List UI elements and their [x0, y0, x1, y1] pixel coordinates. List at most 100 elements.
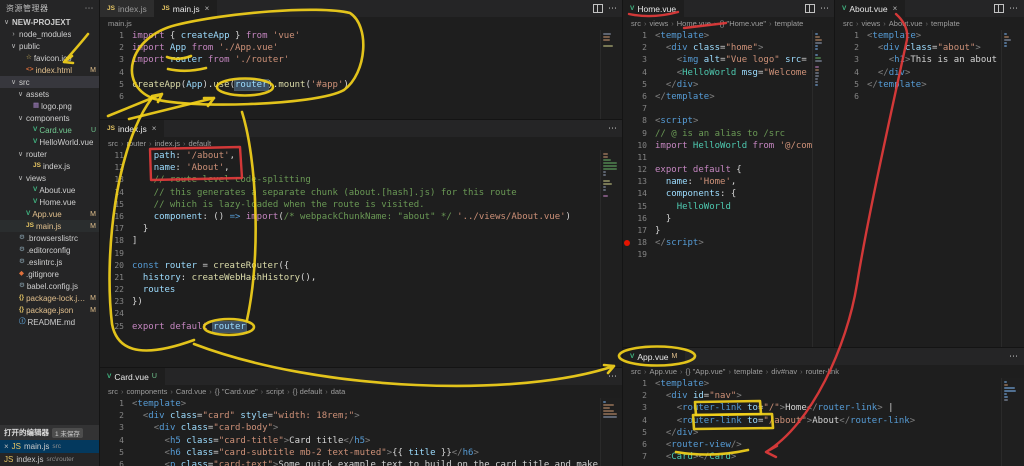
breadcrumb-segment[interactable]: router [127, 139, 147, 148]
breadcrumb-segment[interactable]: views [862, 19, 881, 28]
tree-item-new-projext[interactable]: ∨ NEW-PROJEXT [0, 16, 100, 28]
tree-item-favicon.ico[interactable]: ☆ favicon.ico [0, 52, 100, 64]
tab-Home.vue[interactable]: V Home.vue [623, 0, 685, 17]
code-text: </div> [877, 67, 911, 78]
breadcrumb-segment[interactable]: {} "App.vue" [686, 367, 726, 376]
tab-About.vue[interactable]: V About.vue × [835, 0, 906, 17]
more-actions-icon[interactable]: ⋯ [820, 3, 829, 14]
breadcrumb-segment[interactable]: Home.vue [677, 19, 711, 28]
tree-item-about.vue[interactable]: V About.vue [0, 184, 100, 196]
breadcrumb-segment[interactable]: template [734, 367, 763, 376]
minimap[interactable] [812, 30, 835, 348]
code-editor[interactable]: 1 import { createApp } from 'vue' 2 import … [100, 30, 605, 120]
breadcrumb-segment[interactable]: components [127, 387, 168, 396]
breadcrumb-segment[interactable]: template [775, 19, 804, 28]
tree-item-helloworld.vue[interactable]: V HelloWorld.vue [0, 136, 100, 148]
split-editor-icon[interactable] [994, 4, 1004, 13]
tree-item-logo.png[interactable]: ▦ logo.png [0, 100, 100, 112]
tree-item-babel.config.js[interactable]: ⚙ babel.config.js [0, 280, 100, 292]
tab-Card.vue[interactable]: V Card.vue U [100, 368, 165, 385]
more-actions-icon[interactable]: ⋯ [85, 3, 95, 14]
tree-item-home.vue[interactable]: V Home.vue [0, 196, 100, 208]
minimap[interactable] [600, 398, 623, 466]
tree-item-main.js[interactable]: JS main.js M [0, 220, 100, 232]
breadcrumb-segment[interactable]: src [108, 139, 118, 148]
tree-item-package.json[interactable]: {} package.json M [0, 304, 100, 316]
tree-item-package-lock.json[interactable]: {} package-lock.json M [0, 292, 100, 304]
tree-item-card.vue[interactable]: V Card.vue U [0, 124, 100, 136]
more-actions-icon[interactable]: ⋯ [608, 371, 617, 382]
breadcrumb-segment[interactable]: src [843, 19, 853, 28]
tree-item-router[interactable]: ∨ router [0, 148, 100, 160]
more-actions-icon[interactable]: ⋯ [608, 3, 617, 14]
tree-item-public[interactable]: ∨ public [0, 40, 100, 52]
open-editors-header[interactable]: 打开的编辑器 1 未保存 [0, 425, 100, 440]
code-text: <img alt="Vue logo" src= [676, 55, 807, 66]
file-label: About.vue [39, 185, 76, 195]
tree-item-views[interactable]: ∨ views [0, 172, 100, 184]
code-editor[interactable]: 1 <template> 2 <div class="about"> 3 <h1>Th… [835, 30, 1006, 348]
tree-item-.editorconfig[interactable]: ⚙ .editorconfig [0, 244, 100, 256]
breadcrumb-segment[interactable]: data [331, 387, 346, 396]
breadcrumb-segment[interactable]: src [108, 387, 118, 396]
chevron-icon: ∨ [10, 79, 17, 86]
close-icon[interactable]: × [4, 442, 9, 451]
breadcrumb-segment[interactable]: div#nav [771, 367, 797, 376]
breadcrumb-segment[interactable]: {} "Home.vue" [719, 19, 766, 28]
breadcrumb-segment[interactable]: template [931, 19, 960, 28]
breadcrumb-segment[interactable]: main.js [108, 19, 132, 28]
breadcrumb-segment[interactable]: views [650, 19, 669, 28]
tree-item-index.html[interactable]: <> index.html M [0, 64, 100, 76]
breadcrumb-segment[interactable]: About.vue [889, 19, 923, 28]
close-icon[interactable]: × [893, 4, 898, 13]
tree-item-readme.md[interactable]: ⓘ README.md [0, 316, 100, 328]
more-actions-icon[interactable]: ⋯ [1009, 351, 1018, 362]
breadcrumb-segment[interactable]: index.js [155, 139, 180, 148]
tree-item-index.js[interactable]: JS index.js [0, 160, 100, 172]
split-editor-icon[interactable] [805, 4, 815, 13]
tree-item-.gitignore[interactable]: ◆ .gitignore [0, 268, 100, 280]
breadcrumb-segment[interactable]: src [631, 367, 641, 376]
breakpoint-dot[interactable] [624, 240, 630, 247]
breadcrumb-separator-icon: › [925, 19, 929, 28]
breadcrumb-segment[interactable]: src [631, 19, 641, 28]
split-editor-icon[interactable] [593, 4, 603, 13]
tree-item-node_modules[interactable]: › node_modules [0, 28, 100, 40]
code-text: <template> [132, 399, 187, 409]
tree-item-.browserslistrc[interactable]: ⚙ .browserslistrc [0, 232, 100, 244]
tab-index.js[interactable]: JS index.js [100, 0, 155, 17]
close-icon[interactable]: × [205, 4, 210, 13]
minimap[interactable] [1001, 30, 1024, 348]
minimap[interactable] [1001, 378, 1024, 466]
breadcrumb-segment[interactable]: {} "Card.vue" [215, 387, 258, 396]
file-label: Home.vue [39, 197, 76, 207]
breadcrumb-separator-icon: › [287, 387, 290, 396]
file-label: .gitignore [26, 269, 59, 279]
tab-main.js[interactable]: JS main.js × [154, 0, 218, 17]
tree-item-app.vue[interactable]: V App.vue M [0, 208, 100, 220]
tree-item-components[interactable]: ∨ components [0, 112, 100, 124]
more-actions-icon[interactable]: ⋯ [1009, 3, 1018, 14]
breadcrumb-segment[interactable]: {} default [293, 387, 323, 396]
tree-item-assets[interactable]: ∨ assets [0, 88, 100, 100]
breadcrumb-separator-icon: › [883, 19, 886, 28]
code-editor[interactable]: 1 <template> 2 <div class="card" style="wi… [100, 398, 605, 466]
minimap[interactable] [600, 30, 623, 120]
code-editor[interactable]: 11 path: '/about', 12 name: 'About', 13 //… [100, 150, 605, 368]
open-editor-index.js[interactable]: JS index.js src\router [0, 453, 100, 466]
breadcrumb-segment[interactable]: router-link [806, 367, 839, 376]
open-editor-main.js[interactable]: × JS main.js src [0, 440, 100, 453]
code-editor[interactable]: 1 <template> 2 <div id="nav"> 3 <router-lin… [623, 378, 1006, 466]
tab-index.js[interactable]: JS index.js × [100, 120, 165, 137]
close-icon[interactable]: × [152, 124, 157, 133]
tree-item-.eslintrc.js[interactable]: ⚙ .eslintrc.js [0, 256, 100, 268]
tab-App.vue[interactable]: V App.vue M [623, 348, 686, 365]
code-editor[interactable]: 1 <template> 2 <div class="home"> 3 <img al… [623, 30, 817, 348]
breadcrumb-segment[interactable]: Card.vue [176, 387, 206, 396]
breadcrumb-segment[interactable]: default [189, 139, 212, 148]
more-actions-icon[interactable]: ⋯ [608, 123, 617, 134]
breadcrumb-segment[interactable]: script [266, 387, 284, 396]
minimap[interactable] [600, 150, 623, 368]
breadcrumb-segment[interactable]: App.vue [650, 367, 678, 376]
tree-item-src[interactable]: ∨ src [0, 76, 100, 88]
